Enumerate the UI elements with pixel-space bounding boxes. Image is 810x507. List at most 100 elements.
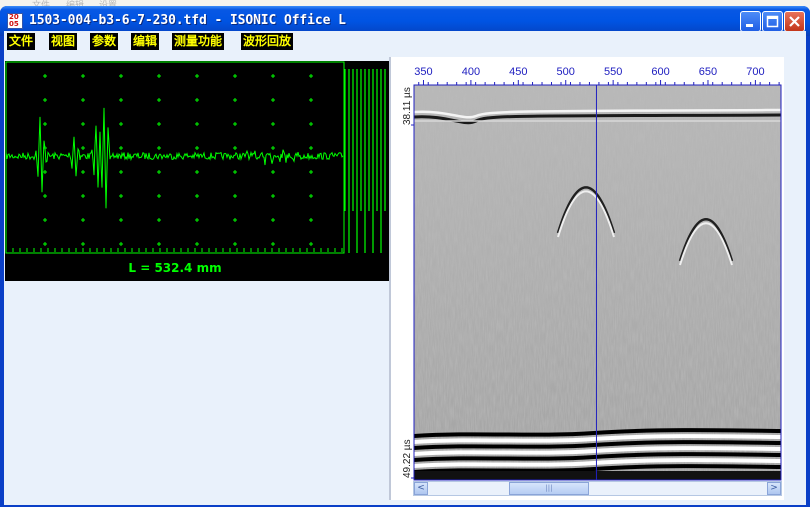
ascan-grid-mark [157,242,161,246]
maximize-icon [766,15,779,28]
backwall-bottom [414,471,781,480]
x-tick-label: 600 [651,66,669,78]
x-tick-label: 550 [604,66,622,78]
ascan-grid-mark [157,146,161,150]
ascan-grid-mark [157,194,161,198]
bscan-noise [414,85,781,480]
ascan-grid-mark [309,146,313,150]
ascan-grid-mark [43,218,47,222]
close-icon [789,16,800,27]
ascan-grid-mark [233,146,237,150]
scroll-left-button[interactable]: < [414,482,428,495]
ascan-trace [5,107,344,209]
ascan-grid-mark [309,122,313,126]
ascan-grid-mark [81,170,85,174]
ascan-grid-mark [157,122,161,126]
menu-params[interactable]: 参数 [90,33,119,50]
ascan-grid-mark [119,146,123,150]
ascan-grid-mark [195,98,199,102]
ascan-grid-mark [81,194,85,198]
ascan-waveform [5,61,386,254]
minimize-button[interactable] [740,11,761,32]
ascan-grid-mark [157,74,161,78]
menu-view[interactable]: 视图 [49,33,78,50]
ascan-grid-mark [119,194,123,198]
ascan-ruler [5,248,343,252]
ascan-interface-echo [344,69,386,253]
ascan-grid-mark [309,218,313,222]
ascan-grid-mark [43,194,47,198]
ascan-grid-mark [309,242,313,246]
ascan-grid-mark [271,122,275,126]
ascan-grid-mark [157,218,161,222]
scroll-right-button[interactable]: > [767,482,781,495]
ascan-grid-mark [271,98,275,102]
ascan-grid-mark [119,98,123,102]
ascan-grid-mark [81,242,85,246]
ascan-grid-mark [233,194,237,198]
menu-playback[interactable]: 波形回放 [241,33,294,50]
scroll-thumb[interactable]: ||| [509,482,589,495]
maximize-button[interactable] [762,11,783,32]
ascan-display[interactable]: L = 532.4 mm [5,61,389,281]
ascan-grid-mark [195,74,199,78]
ascan-grid-mark [195,146,199,150]
ascan-grid-mark [233,170,237,174]
menu-file[interactable]: 文件 [7,33,36,50]
ascan-grid-mark [119,122,123,126]
ascan-grid-mark [43,170,47,174]
menu-edit[interactable]: 编辑 [131,33,160,50]
bscan-image: 350 400 450 500 550 600 650 700 38.11 µs 49.22 µs [402,66,782,481]
ascan-grid-mark [81,98,85,102]
ascan-grid-mark [271,242,275,246]
ascan-grid-mark [233,122,237,126]
chevron-right-icon: > [770,483,778,493]
ascan-grid-mark [43,122,47,126]
horizontal-scrollbar[interactable]: < ||| > [413,481,782,496]
y-top-label: 38.11 µs [402,87,413,125]
ascan-grid-mark [195,218,199,222]
ascan-grid-mark [81,146,85,150]
ascan-grid-mark [233,74,237,78]
ascan-grid-mark [271,218,275,222]
ascan-grid-mark [309,194,313,198]
ascan-grid-mark [271,170,275,174]
bscan-display[interactable]: 350 400 450 500 550 600 650 700 38.11 µs 49.22 µs [391,57,784,500]
window-title: 1503-004-b3-6-7-230.tfd - ISONIC Office … [29,13,346,28]
y-bottom-label: 49.22 µs [402,439,413,478]
ascan-grid-mark [195,242,199,246]
ascan-grid-mark [195,170,199,174]
ascan-grid-mark [309,74,313,78]
ascan-frame [5,61,345,254]
x-tick-label: 400 [462,66,480,78]
close-button[interactable] [784,11,805,32]
ascan-grid-mark [81,122,85,126]
menu-measure[interactable]: 测量功能 [172,33,225,50]
x-tick-label: 450 [509,66,527,78]
x-tick-label: 350 [414,66,432,78]
ascan-grid-mark [233,98,237,102]
minimize-icon [746,24,753,27]
ascan-grid-mark [271,194,275,198]
ascan-grid-mark [81,218,85,222]
ascan-grid-mark [81,74,85,78]
ascan-grid-mark [43,74,47,78]
ascan-grid-mark [271,74,275,78]
ascan-grid-mark [195,194,199,198]
chevron-left-icon: < [417,483,425,493]
ascan-grid-mark [119,218,123,222]
ascan-grid-mark [309,98,313,102]
x-tick-label: 650 [699,66,717,78]
ascan-grid-mark [43,98,47,102]
app-icon[interactable]: 20 05 [7,13,23,29]
distance-readout: L = 532.4 mm [128,261,222,275]
ascan-grid-mark [233,218,237,222]
ascan-grid-mark [119,74,123,78]
ascan-grid-mark [233,242,237,246]
ascan-grid-mark [271,146,275,150]
menu-bar: 文件 视图 参数 编辑 测量功能 波形回放 [4,31,806,54]
app-icon-text-bottom: 05 [9,20,19,28]
ascan-grid-mark [119,170,123,174]
ascan-grid-mark [309,170,313,174]
x-tick-label: 700 [746,66,764,78]
